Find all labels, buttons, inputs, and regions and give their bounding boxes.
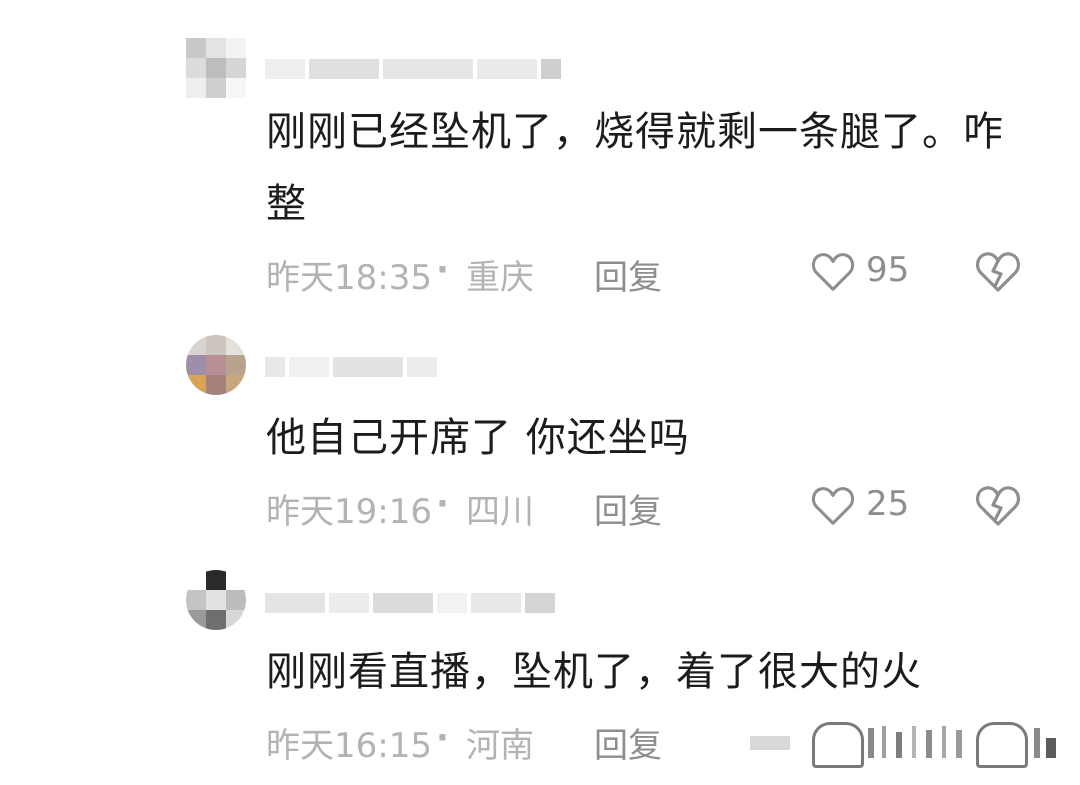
garbled-overlay — [750, 718, 1080, 768]
reply-button[interactable]: 回复 — [594, 250, 662, 299]
comment-meta: 昨天18:35 · 重庆 回复 95 — [266, 250, 1046, 298]
avatar[interactable] — [186, 38, 246, 98]
comment-meta: 昨天19:16 · 四川 回复 25 — [266, 484, 1046, 532]
reply-button[interactable]: 回复 — [594, 484, 662, 533]
reply-button[interactable]: 回复 — [594, 718, 662, 767]
comment-region: 重庆 — [466, 258, 534, 298]
comment-text: 他自己开席了 你还坐吗 — [266, 415, 690, 461]
heart-outline-icon[interactable] — [810, 484, 856, 528]
broken-heart-icon[interactable] — [974, 250, 1022, 294]
like-count: 25 — [866, 484, 910, 524]
separator-dot: · — [436, 484, 449, 524]
separator-dot: · — [436, 718, 449, 758]
comment-time: 昨天19:16 — [266, 492, 432, 532]
username-blurred[interactable] — [265, 56, 561, 82]
comment-time: 昨天18:35 — [266, 258, 432, 298]
separator-dot: · — [436, 250, 449, 290]
avatar[interactable] — [186, 570, 246, 630]
heart-outline-icon[interactable] — [810, 250, 856, 294]
comment-region: 河南 — [466, 726, 534, 766]
comment-region: 四川 — [466, 492, 534, 532]
comment-text: 刚刚已经坠机了，烧得就剩一条腿了。咋整 — [266, 109, 1004, 227]
username-blurred[interactable] — [265, 590, 555, 616]
avatar[interactable] — [186, 335, 246, 395]
broken-heart-icon[interactable] — [974, 484, 1022, 528]
username-blurred[interactable] — [265, 354, 437, 380]
comment-time: 昨天16:15 — [266, 726, 432, 766]
comment-text: 刚刚看直播，坠机了，着了很大的火 — [266, 649, 922, 695]
like-count: 95 — [866, 250, 910, 290]
